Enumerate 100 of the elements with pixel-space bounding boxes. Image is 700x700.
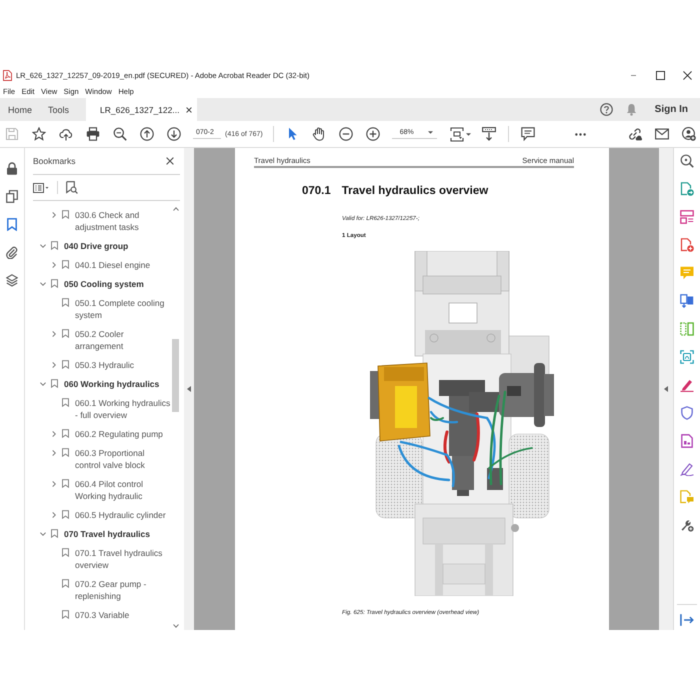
- bookmark-icon: [62, 510, 69, 519]
- bookmark-item[interactable]: 060.3 Proportional control valve block: [75, 446, 171, 470]
- bookmark-search-icon[interactable]: [66, 181, 78, 194]
- bookmark-icon: [51, 529, 58, 538]
- scroll-down-icon[interactable]: [172, 624, 178, 628]
- tab[interactable]: LR_626_1327_122...: [86, 98, 198, 121]
- arrow-down-circle-icon[interactable]: [167, 127, 181, 141]
- help-icon[interactable]: [600, 103, 613, 116]
- user-plus-icon[interactable]: [682, 127, 696, 141]
- bookmark-item[interactable]: 060.1 Working hydraulics - full overview: [75, 396, 171, 420]
- fit-page-icon[interactable]: [450, 126, 464, 142]
- scan-document-icon[interactable]: [680, 350, 694, 364]
- bookmark-item[interactable]: 060.5 Hydraulic cylinder: [75, 508, 171, 520]
- bookmark-icon: [51, 279, 58, 288]
- search-icon[interactable]: [113, 127, 127, 141]
- shield-icon[interactable]: [680, 406, 694, 420]
- bookmark-item[interactable]: 070 Travel hydraulics: [64, 528, 171, 540]
- scroll-up-icon[interactable]: [172, 207, 178, 211]
- bookmark-item[interactable]: 030.6 Check and adjustment tasks: [75, 208, 171, 232]
- document-arrow-icon[interactable]: [680, 182, 694, 196]
- layers-icon[interactable]: [6, 274, 18, 287]
- section-number: 070.1: [302, 184, 331, 198]
- chevron-right-icon[interactable]: [51, 362, 57, 368]
- collapse-arrow-icon[interactable]: [664, 386, 668, 392]
- paperclip-icon[interactable]: [6, 246, 18, 259]
- bookmark-item[interactable]: 040.1 Diesel engine: [75, 258, 171, 270]
- mail-icon[interactable]: [654, 127, 669, 141]
- bookmark-icon: [62, 360, 69, 369]
- bookmark-icon: [51, 241, 58, 250]
- chevron-right-icon[interactable]: [51, 330, 57, 336]
- chevron-right-icon[interactable]: [51, 262, 57, 268]
- bookmark-icon: [62, 448, 69, 457]
- bookmark-icon: [62, 210, 69, 219]
- bookmark-icon: [62, 429, 69, 438]
- list-options-icon[interactable]: [33, 182, 49, 192]
- scroll-mode-icon[interactable]: [482, 127, 496, 141]
- collapse-arrow-icon[interactable]: [187, 386, 191, 392]
- cloud-upload-icon[interactable]: [59, 127, 73, 141]
- hand-icon[interactable]: [312, 127, 326, 141]
- bookmark-item[interactable]: 070.2 Gear pump - replenishing: [75, 578, 171, 602]
- caret-icon: [428, 131, 433, 134]
- zoom-out-icon[interactable]: [338, 127, 353, 141]
- link-icon[interactable]: [628, 127, 642, 141]
- maximize-icon[interactable]: [656, 70, 665, 80]
- magnifier-icon[interactable]: [680, 154, 694, 168]
- columns-icon[interactable]: [680, 322, 694, 336]
- bookmark-item[interactable]: 050.2 Cooler arrangement: [75, 328, 171, 352]
- tab[interactable]: Home: [0, 98, 40, 121]
- bookmark-icon[interactable]: [6, 218, 18, 231]
- bookmark-icon: [62, 610, 69, 619]
- bookmark-item[interactable]: 060.4 Pilot control Working hydraulic: [75, 478, 171, 502]
- print-icon[interactable]: [86, 127, 100, 141]
- signature-icon[interactable]: [680, 462, 694, 476]
- panel-title: Bookmarks: [33, 156, 76, 166]
- bookmark-item[interactable]: 070.1 Travel hydraulics overview: [75, 546, 171, 570]
- lock-icon[interactable]: [6, 162, 18, 175]
- wrench-plus-icon[interactable]: [680, 518, 694, 532]
- chevron-down-icon[interactable]: [40, 530, 46, 536]
- chevron-right-icon[interactable]: [51, 480, 57, 486]
- close-icon[interactable]: [683, 70, 692, 80]
- chevron-right-icon[interactable]: [51, 450, 57, 456]
- bookmark-icon: [62, 298, 69, 307]
- chevron-down-icon[interactable]: [40, 280, 46, 286]
- arrow-up-circle-icon[interactable]: [140, 127, 154, 141]
- section-title: Travel hydraulics overview: [342, 184, 488, 198]
- caret-icon[interactable]: [466, 132, 471, 136]
- document-plus-icon[interactable]: [680, 238, 694, 252]
- bookmark-icon: [62, 579, 69, 588]
- chevron-right-icon[interactable]: [51, 212, 57, 218]
- close-icon[interactable]: [186, 106, 192, 112]
- scrollbar-thumb[interactable]: [172, 339, 179, 412]
- chevron-right-icon[interactable]: [51, 430, 57, 436]
- tab[interactable]: Tools: [40, 98, 78, 121]
- bookmark-item[interactable]: 060 Working hydraulics: [64, 378, 171, 390]
- chevron-down-icon[interactable]: [40, 380, 46, 386]
- documents-icon[interactable]: [680, 294, 694, 308]
- bookmark-item[interactable]: 050.3 Hydraulic: [75, 358, 171, 370]
- document-icon[interactable]: [680, 434, 694, 448]
- chevron-down-icon[interactable]: [40, 242, 46, 248]
- chevron-right-icon[interactable]: [51, 512, 57, 518]
- pen-icon[interactable]: [680, 378, 694, 392]
- bookmark-icon: [62, 260, 69, 269]
- minimize-icon[interactable]: [629, 74, 638, 76]
- zoom-in-icon[interactable]: [366, 127, 380, 141]
- bookmark-item[interactable]: 050 Cooling system: [64, 278, 171, 290]
- bookmark-item[interactable]: 060.2 Regulating pump: [75, 428, 171, 440]
- sign-in-link[interactable]: Sign In: [654, 104, 688, 115]
- more-icon[interactable]: [574, 132, 586, 136]
- bookmark-item[interactable]: 070.3 Variable: [75, 608, 171, 620]
- comment-icon[interactable]: [520, 127, 535, 141]
- star-icon[interactable]: [32, 127, 46, 141]
- expand-panel-icon[interactable]: [680, 613, 694, 627]
- pdf-file-icon: [3, 70, 12, 80]
- close-icon[interactable]: [166, 157, 174, 165]
- bookmark-item[interactable]: 040 Drive group: [64, 240, 171, 252]
- bookmark-icon: [62, 479, 69, 488]
- bookmark-icon: [62, 398, 69, 407]
- layout-icon[interactable]: [680, 210, 694, 224]
- bookmark-item[interactable]: 050.1 Complete cooling system: [75, 296, 171, 320]
- pages-icon[interactable]: [6, 190, 18, 203]
